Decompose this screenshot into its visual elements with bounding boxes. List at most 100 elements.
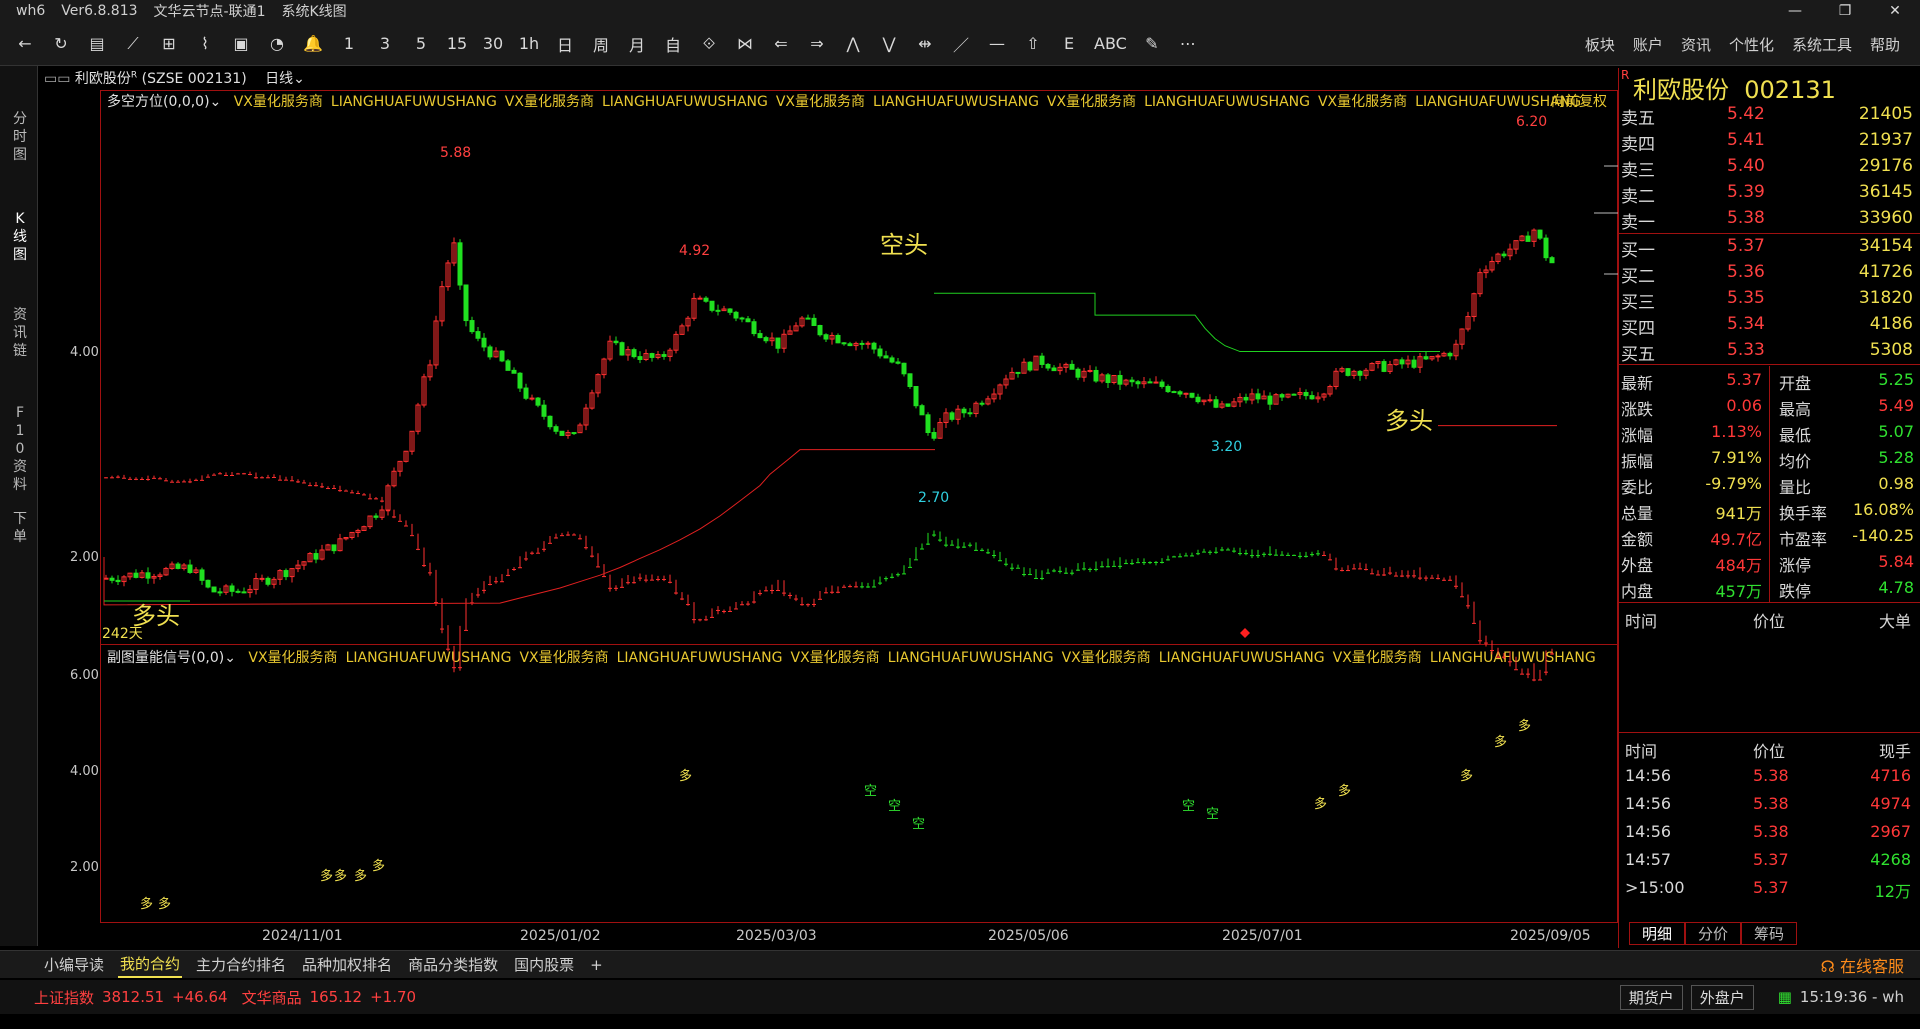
minimize-icon[interactable]: — [1770, 0, 1820, 22]
long-signal-label: 多头 [1385, 407, 1433, 435]
sub-candle [236, 473, 240, 475]
ask-row: 卖五 5.42 21405 [1621, 104, 1913, 129]
sub-candle [626, 582, 630, 584]
sub-candle [278, 479, 282, 481]
signal-marker: 空 [1206, 807, 1219, 822]
sub-candle [290, 480, 294, 482]
chart-svg: 5.884.922.703.206.20空头多头多头242天多 多多多多多多空空空… [102, 114, 1618, 912]
quote-tab[interactable]: 明细 [1629, 922, 1686, 945]
candle [511, 369, 517, 374]
close-icon[interactable]: ✕ [1870, 0, 1920, 22]
sub-candle [1214, 551, 1218, 553]
sub-candle [1268, 553, 1272, 555]
sub-candle [590, 555, 594, 557]
sub-candle [1040, 577, 1044, 579]
stat-label: 最高 [1779, 400, 1812, 419]
sub-candle [848, 586, 852, 588]
candle [1381, 361, 1387, 372]
sub-candle [284, 479, 288, 481]
candle [709, 300, 715, 311]
sub-candle [962, 546, 966, 548]
stat-label: 均价 [1779, 452, 1812, 471]
y-label-sub: 2.00 [70, 860, 99, 875]
sub-candle [902, 573, 906, 575]
foreign-account-button[interactable]: 外盘户 [1690, 984, 1754, 1010]
candle [1165, 385, 1171, 393]
stat-value: 0.98 [1878, 474, 1914, 493]
stat-label: 跌停 [1779, 582, 1812, 601]
sub-candle [416, 548, 420, 550]
candle [103, 577, 109, 580]
quote-tab[interactable]: 筹码 [1741, 922, 1798, 945]
sub-candle [776, 590, 780, 592]
quote-tag: R [1621, 68, 1630, 82]
stat-value: 49.7亿 [1710, 530, 1762, 549]
bid-row: 买二 5.36 41726 [1621, 262, 1913, 287]
menu-item[interactable]: 资讯 [1681, 34, 1711, 55]
bottom-tab[interactable]: 主力合约排名 [194, 952, 288, 977]
sub-candle [1538, 679, 1542, 681]
sub-candle [968, 544, 972, 546]
sub-candle [824, 592, 828, 594]
bid-row: 买三 5.35 31820 [1621, 288, 1913, 313]
candle [715, 309, 721, 312]
restore-icon[interactable]: ❐ [1820, 0, 1870, 22]
candle [703, 297, 709, 302]
sub-candle [1208, 551, 1212, 553]
sub-candle [1418, 577, 1422, 579]
sub-candle [1280, 554, 1284, 556]
futures-account-button[interactable]: 期货户 [1619, 984, 1683, 1010]
sub-candle [494, 581, 498, 583]
menu-item[interactable]: 账户 [1633, 34, 1663, 55]
sub-candle [560, 535, 564, 537]
bottom-tab[interactable]: + [588, 954, 605, 976]
bottom-tab[interactable]: 商品分类指数 [406, 952, 500, 977]
bottom-tab[interactable]: 小编导读 [42, 952, 106, 977]
stat-value: 457万 [1715, 582, 1762, 601]
sub-candle [1334, 568, 1338, 570]
sub-candle [110, 477, 114, 479]
candle [775, 337, 781, 349]
candle [811, 317, 817, 327]
quote-tab[interactable]: 分价 [1685, 922, 1742, 945]
candle [817, 325, 823, 336]
bid-row: 买一 5.37 34154 [1621, 236, 1913, 261]
sub-candle [878, 582, 882, 584]
sub-candle [230, 474, 234, 476]
bottom-tab[interactable]: 我的合约 [118, 951, 183, 978]
bottom-tab[interactable]: 国内股票 [512, 952, 576, 977]
sub-candle [488, 583, 492, 585]
sub-candle [260, 477, 264, 479]
candle [331, 544, 337, 552]
candle [631, 349, 637, 358]
candle [205, 579, 211, 588]
sub-candle [800, 604, 804, 606]
sub-candle [368, 498, 372, 500]
candle [1207, 399, 1213, 402]
sub-candle [770, 590, 774, 592]
sub-candle [950, 544, 954, 546]
sub-candle [1346, 570, 1350, 572]
sub-candle [176, 481, 180, 483]
sub-candle [1370, 573, 1374, 575]
sub-candle [218, 473, 222, 475]
online-service[interactable]: ☊ 在线客服 [1821, 953, 1904, 977]
candle [883, 355, 889, 359]
menu-item[interactable]: 帮助 [1870, 34, 1900, 55]
sub-candle [1496, 656, 1500, 658]
candle [199, 569, 205, 581]
sub-candle [812, 603, 816, 605]
sub-candle [1016, 567, 1020, 569]
candle [1135, 381, 1141, 385]
stat-value: 5.49 [1878, 396, 1914, 415]
bottom-tab[interactable]: 品种加权排名 [300, 952, 394, 977]
candle [535, 397, 541, 406]
peak-label: 4.92 [679, 243, 710, 259]
sub-candle [1226, 549, 1230, 551]
candle [1189, 392, 1195, 398]
candle [1051, 367, 1057, 372]
menu-item[interactable]: 个性化 [1729, 34, 1774, 55]
sub-candle [674, 592, 678, 594]
menu-item[interactable]: 系统工具 [1792, 34, 1852, 55]
sub-candle [1250, 555, 1254, 557]
